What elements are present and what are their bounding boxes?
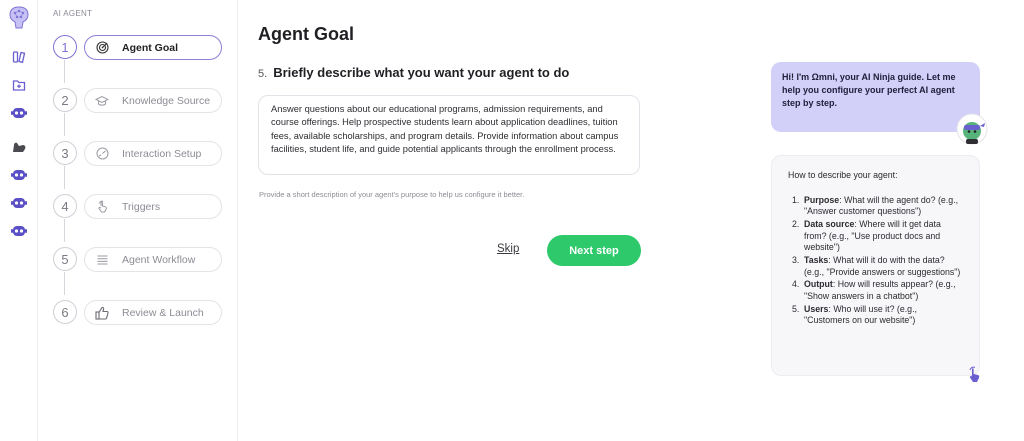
step-label: Interaction Setup [122,147,202,160]
step-review-launch[interactable]: Review & Launch [84,300,222,325]
question-text: Briefly describe what you want your agen… [273,65,570,80]
ninja-avatar-icon [955,112,989,148]
tip-number: 4. [792,279,800,290]
icon-rail [0,0,38,441]
step-connector [64,113,65,136]
robot-icon[interactable] [10,166,28,184]
step-knowledge-source[interactable]: Knowledge Source [84,88,222,113]
tip-term: Output [804,279,833,290]
tip-number: 3. [792,254,800,265]
step-number: 3 [53,141,77,165]
skip-link[interactable]: Skip [497,243,519,255]
step-interaction-setup[interactable]: Interaction Setup [84,141,222,166]
step-agent-goal[interactable]: Agent Goal [84,35,222,60]
list-item: 5. Users: Who will use it? (e.g., "Custom… [788,304,965,327]
tip-number: 2. [792,218,800,229]
tip-term: Tasks [804,254,829,265]
steps-panel: AI AGENT 1 Agent Goal 2 Knowledge Source… [38,0,238,441]
step-label: Knowledge Source [122,94,211,107]
guide-message-bubble: Hi! I'm Ωmni, your AI Ninja guide. Let m… [771,62,980,132]
step-triggers[interactable]: Triggers [84,194,222,219]
target-icon [95,41,109,55]
graduation-cap-icon [95,94,109,108]
robot-icon[interactable] [10,104,28,122]
next-step-button[interactable]: Next step [547,235,641,266]
step-number: 6 [53,300,77,324]
thumbs-up-icon [95,306,109,320]
list-item: 3. Tasks: What will it do with the data? … [788,255,965,278]
step-label: Triggers [122,200,161,213]
step-label: Agent Workflow [122,253,196,266]
list-item: 1. Purpose: What will the agent do? (e.g.… [788,195,965,218]
step-connector [64,272,65,295]
gauge-icon [95,147,109,161]
page-title: Agent Goal [258,24,355,44]
brain-logo-icon[interactable] [9,6,29,30]
agent-goal-textarea[interactable]: Answer questions about our educational p… [258,95,640,175]
step-number: 1 [53,35,77,59]
step-number: 2 [53,88,77,112]
step-number: 5 [53,247,77,271]
add-folder-icon[interactable] [10,76,28,94]
question-number: 5. [258,68,268,80]
helper-text: Provide a short description of your agen… [259,190,525,199]
list-item: 4. Output: How will results appear? (e.g.… [788,279,965,302]
arm-icon[interactable] [10,138,28,156]
pointer-hand-icon [966,366,984,384]
step-label: Agent Goal [122,41,179,54]
step-connector [64,166,65,189]
step-connector [64,60,65,83]
list-icon [95,253,109,267]
library-icon[interactable] [10,48,28,66]
tip-term: Purpose [804,194,840,205]
tip-number: 1. [792,194,800,205]
section-label: AI AGENT [53,9,93,18]
tip-term: Users [804,303,829,314]
question-heading: 5. Briefly describe what you want your ag… [258,65,569,80]
tips-list: 1. Purpose: What will the agent do? (e.g.… [788,195,965,327]
tips-card: How to describe your agent: 1. Purpose : W… [771,155,980,376]
step-label: Review & Launch [122,306,204,319]
step-agent-workflow[interactable]: Agent Workflow [84,247,222,272]
tip-number: 5. [792,303,800,314]
robot-icon[interactable] [10,194,28,212]
tips-heading: How to describe your agent: [788,170,898,180]
list-item: 2. Data source: Where will it get data fr… [788,219,965,254]
tip-term: Data source [804,218,855,229]
tip-text: : What will it do with the data? (e.g., … [804,254,961,277]
robot-icon[interactable] [10,222,28,240]
step-number: 4 [53,194,77,218]
tap-icon [95,200,109,214]
step-connector [64,219,65,242]
